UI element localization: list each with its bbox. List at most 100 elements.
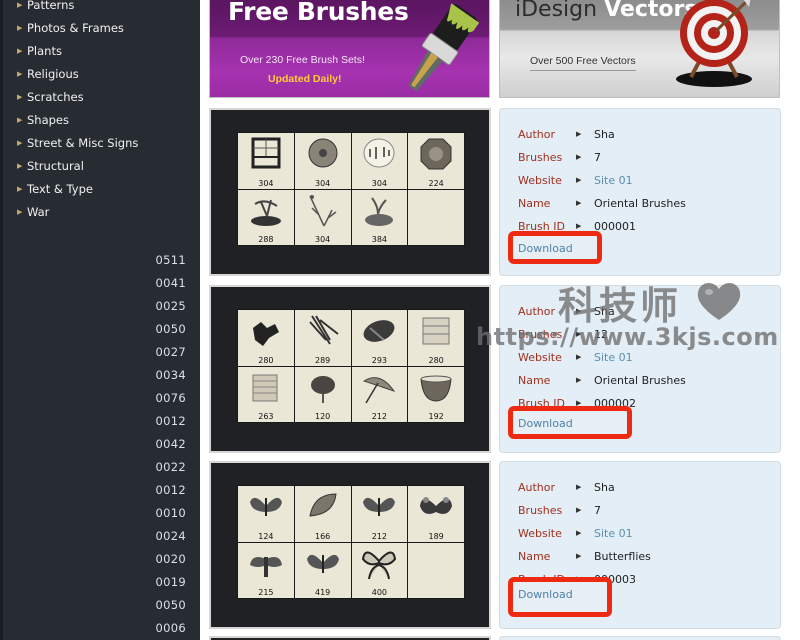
- brush-preview[interactable]: 304 304 304 224 288 304 384: [209, 108, 491, 276]
- caret-right-icon: ▶: [17, 1, 23, 9]
- category-label: Street & Misc Signs: [27, 136, 139, 150]
- caret-right-icon: ▶: [17, 70, 23, 78]
- download-button[interactable]: Download: [508, 406, 632, 439]
- category-item[interactable]: ▶ Scratches: [17, 86, 138, 109]
- caret-right-icon: ▶: [576, 552, 582, 560]
- brush-size-label: 215: [258, 588, 274, 597]
- steamer-stack-icon: [247, 371, 285, 405]
- brush-thumbnail: 293: [351, 310, 408, 366]
- bonsai-icon: [247, 194, 285, 228]
- caret-right-icon: ▶: [17, 208, 23, 216]
- brush-thumbnail: 224: [408, 133, 464, 189]
- brush-size-label: 212: [371, 531, 388, 541]
- brush-entry: 304 304 304 224 288 304 384 Author ▶ Sha Brushes ▶ 7…: [209, 108, 781, 276]
- info-row-brushes: Brushes ▶ 12: [518, 326, 608, 342]
- brush-thumbnail: 304: [351, 133, 408, 189]
- download-button[interactable]: Download: [508, 577, 612, 617]
- category-count: 0034: [155, 368, 186, 382]
- peacock-butterfly-icon: [417, 490, 455, 524]
- brush-info-panel: Author ▶ Sha Brushes ▶ 7 Website ▶ Site 01 Name ▶ B…: [499, 461, 781, 629]
- brush-size-label: 419: [314, 588, 331, 597]
- brush-thumbnail: 166: [294, 486, 351, 542]
- butterfly-icon: [360, 490, 398, 524]
- brush-thumbnail: [408, 189, 464, 245]
- brush-thumbnail: [408, 542, 464, 598]
- info-value: Oriental Brushes: [594, 373, 686, 387]
- category-label: Photos & Frames: [27, 21, 124, 35]
- brush-preview[interactable]: [209, 636, 491, 640]
- info-label: Website: [518, 526, 562, 540]
- info-label: Name: [518, 549, 551, 563]
- sidebar: ▶ Patterns ▶ Photos & Frames ▶ Plants ▶ Reli…: [0, 0, 200, 640]
- brush-thumbnail: 212: [351, 366, 408, 422]
- info-label: Name: [518, 373, 551, 387]
- idesign-vectors-banner[interactable]: iDesign Vectors Over 500 Free Vectors: [499, 0, 780, 98]
- brush-thumbnail: 120: [294, 366, 351, 422]
- category-item[interactable]: ▶ Religious: [17, 63, 138, 86]
- brush-size-label: 304: [258, 178, 274, 188]
- brush-info-panel: [499, 636, 781, 640]
- brush-size-label: 304: [314, 235, 331, 244]
- caret-right-icon: ▶: [17, 185, 23, 193]
- brush-preview[interactable]: 280 289 293 280 263 120 212 192: [209, 285, 491, 453]
- category-label: Scratches: [27, 90, 84, 104]
- brush-size-label: 384: [371, 235, 388, 244]
- caret-right-icon: ▶: [576, 153, 582, 161]
- info-value: Sha: [594, 480, 615, 494]
- category-item[interactable]: ▶ Shapes: [17, 109, 138, 132]
- info-row-name: Name ▶ Butterflies: [518, 548, 651, 564]
- info-label: Website: [518, 173, 562, 187]
- brush-size-label: 124: [258, 531, 274, 541]
- caret-right-icon: ▶: [17, 47, 23, 55]
- free-brushes-banner[interactable]: Free Brushes Over 230 Free Brush Sets! U…: [209, 0, 490, 98]
- category-count: 0025: [155, 299, 186, 313]
- leaf-butterfly-icon: [304, 490, 342, 524]
- category-item[interactable]: ▶ Structural: [17, 155, 138, 178]
- butterfly-icon: [247, 490, 285, 524]
- brush-preview[interactable]: 124 166 212 189 215 419 400: [209, 461, 491, 629]
- brush-info-panel: Author ▶ Sha Brushes ▶ 7 Website ▶ Site 01 Name ▶ O…: [499, 108, 781, 276]
- info-row-brushes: Brushes ▶ 7: [518, 149, 601, 165]
- brush-entry-partial: [209, 636, 781, 640]
- download-button[interactable]: Download: [508, 231, 602, 264]
- porcelain-bowl-icon: [417, 371, 455, 405]
- info-value: Butterflies: [594, 549, 651, 563]
- brush-size-label: 189: [428, 531, 444, 541]
- website-link[interactable]: Site 01: [594, 527, 633, 540]
- download-label: Download: [518, 588, 573, 601]
- paper-umbrella-icon: [304, 137, 342, 171]
- category-count: 0042: [155, 437, 186, 451]
- brush-thumbnail: 280: [238, 310, 294, 366]
- category-count: 0511: [155, 253, 186, 267]
- category-label: Patterns: [27, 0, 75, 12]
- category-item[interactable]: ▶ Text & Type: [17, 178, 138, 201]
- caret-right-icon: ▶: [17, 93, 23, 101]
- brush-size-label: 289: [314, 355, 331, 365]
- brush-size-label: 288: [258, 235, 274, 244]
- banner-title: Free Brushes: [228, 0, 409, 26]
- brush-size-label: 120: [314, 412, 331, 421]
- download-label: Download: [518, 417, 573, 430]
- shoji-screen-icon: [247, 137, 285, 171]
- brush-thumbnail: 124: [238, 486, 294, 542]
- brush-preview-grid: 304 304 304 224 288 304 384: [237, 132, 465, 246]
- category-item[interactable]: ▶ Patterns: [17, 0, 138, 17]
- info-value: 000001: [594, 219, 636, 233]
- category-label: Plants: [27, 44, 62, 58]
- category-count: 0022: [155, 460, 186, 474]
- bonsai-pot-icon: [360, 194, 398, 228]
- plum-branch-icon: [304, 194, 342, 228]
- category-count: 0050: [155, 322, 186, 336]
- brush-size-label: 400: [371, 588, 388, 597]
- category-item[interactable]: ▶ Photos & Frames: [17, 17, 138, 40]
- brush-thumbnail: 384: [351, 189, 408, 245]
- brush-preview-grid: 280 289 293 280 263 120 212 192: [237, 309, 465, 423]
- category-item[interactable]: ▶ Street & Misc Signs: [17, 132, 138, 155]
- category-item[interactable]: ▶ Plants: [17, 40, 138, 63]
- website-link[interactable]: Site 01: [594, 174, 633, 187]
- website-link[interactable]: Site 01: [594, 351, 633, 364]
- info-label: Author: [518, 127, 556, 141]
- category-count: 0012: [155, 483, 186, 497]
- category-count: 0050: [155, 598, 186, 612]
- category-item[interactable]: ▶ War: [17, 201, 138, 224]
